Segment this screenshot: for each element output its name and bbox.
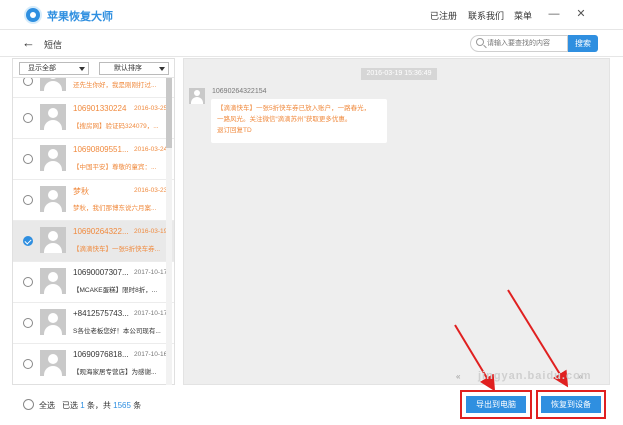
avatar [40, 268, 66, 294]
message-date: 2016-03-23 [134, 187, 168, 194]
message-preview: 【MCAKE蛋糕】限时8折，... [73, 287, 158, 294]
show-filter-select[interactable]: 显示全部 [19, 62, 89, 75]
avatar [40, 227, 66, 253]
list-item[interactable]: +8412575743... 2017-10-17 S各位老板您好！本公司现有.… [13, 303, 174, 344]
select-radio[interactable] [23, 154, 33, 164]
message-date: 2016-03-19 [134, 228, 168, 235]
message-preview: 【滴滴快车】一张5折快车券... [73, 246, 161, 253]
select-radio[interactable] [23, 113, 33, 123]
select-radio[interactable] [23, 78, 33, 86]
avatar [40, 309, 66, 335]
message-list-panel: 显示全部 默认排序 还先生你好，我是刚刚打过... 106901330224 2… [12, 58, 175, 385]
conversation-timestamp: 2016-03-19 15:36:49 [361, 68, 437, 80]
list-item[interactable]: 10690976818... 2017-10-16 【观海家居专营店】为感谢..… [13, 344, 174, 384]
message-sender: 106901330224 [73, 104, 127, 113]
sender-number: 10690264322154 [212, 88, 267, 95]
page-title: 短信 [44, 40, 63, 50]
message-sender: 10690809551... [73, 145, 129, 154]
avatar [40, 145, 66, 171]
list-item[interactable]: 10690809551... 2016-03-24 【中国平安】尊敬的童宾：..… [13, 139, 174, 180]
app-title: 苹果恢复大师 [47, 11, 113, 23]
message-preview: 【中国平安】尊敬的童宾：... [73, 164, 157, 171]
app-logo-icon [24, 6, 42, 24]
list-scrollbar[interactable] [166, 78, 172, 385]
close-icon[interactable]: ✕ [574, 6, 588, 22]
total-count: 1565 [113, 401, 131, 410]
select-all-label[interactable]: 全选 [39, 400, 55, 411]
highlight-box [536, 390, 606, 419]
show-filter-label: 显示全部 [28, 65, 56, 72]
scrollbar-thumb[interactable] [166, 78, 172, 148]
message-sender: 10690264322... [73, 227, 129, 236]
sender-avatar [189, 88, 205, 104]
message-preview: S各位老板您好！本公司现有... [73, 328, 161, 335]
page-header: ← 短信 搜索 [0, 30, 623, 57]
sort-select[interactable]: 默认排序 [99, 62, 169, 75]
total-unit: 条 [133, 401, 142, 410]
message-date: 2017-10-16 [134, 351, 168, 358]
selection-summary: 已选 1 条，共 1565 条 [62, 400, 141, 411]
chevron-down-icon [79, 67, 85, 71]
title-bar: 苹果恢复大师 已注册 联系我们 菜单 — ✕ [0, 0, 623, 30]
bubble-line: 退订回复TD [217, 127, 252, 134]
message-preview: 梦秋，我们那博东说六月案... [73, 205, 157, 212]
message-preview: 【观海家居专营店】为感谢... [73, 369, 157, 376]
avatar [40, 78, 66, 91]
message-sender: 10690976818... [73, 350, 129, 359]
message-bubble: 【滴滴快车】一张5折快车券已放入账户，一路春光， 一路风光。关注微信“滴滴苏州”… [211, 99, 387, 143]
bubble-line: 【滴滴快车】一张5折快车券已放入账户，一路春光， [217, 105, 371, 112]
selected-prefix: 已选 [62, 401, 78, 410]
chevron-down-icon [159, 67, 165, 71]
message-date: 2016-03-25 [134, 105, 168, 112]
avatar [40, 350, 66, 376]
search-box[interactable] [470, 35, 568, 52]
message-sender: 梦秋 [73, 187, 89, 196]
selected-unit: 条，共 [86, 401, 111, 410]
select-radio[interactable] [23, 195, 33, 205]
message-date: 2016-03-24 [134, 146, 168, 153]
search-button[interactable]: 搜索 [568, 35, 598, 52]
message-date: 2017-10-17 [134, 269, 168, 276]
avatar [40, 186, 66, 212]
conversation-panel: 2016-03-19 15:36:49 10690264322154 【滴滴快车… [183, 58, 610, 385]
message-preview: 还先生你好，我是刚刚打过... [73, 82, 157, 89]
bubble-line: 一路风光。关注微信“滴滴苏州”获取更多优惠。 [217, 116, 352, 123]
minimize-icon[interactable]: — [547, 6, 561, 22]
select-radio[interactable] [23, 359, 33, 369]
select-radio[interactable] [23, 277, 33, 287]
avatar [40, 104, 66, 130]
select-radio-checked[interactable] [23, 236, 33, 246]
list-item[interactable]: 10690007307... 2017-10-17 【MCAKE蛋糕】限时8折，… [13, 262, 174, 303]
list-item[interactable]: 106901330224 2016-03-25 【搜房网】验证码324079，.… [13, 98, 174, 139]
sort-label: 默认排序 [114, 65, 142, 72]
registered-link[interactable]: 已注册 [430, 9, 457, 22]
message-list: 还先生你好，我是刚刚打过... 106901330224 2016-03-25 … [13, 78, 174, 384]
list-item[interactable]: 还先生你好，我是刚刚打过... [13, 78, 174, 98]
bottom-bar: 全选 已选 1 条，共 1565 条 导出到电脑 恢复到设备 [0, 387, 623, 425]
filter-bar: 显示全部 默认排序 [13, 59, 174, 78]
message-preview: 【搜房网】验证码324079，... [73, 123, 159, 130]
select-radio[interactable] [23, 318, 33, 328]
menu-link[interactable]: 菜单 [514, 9, 532, 22]
message-sender: 10690007307... [73, 268, 129, 277]
contact-us-link[interactable]: 联系我们 [468, 9, 504, 22]
message-date: 2017-10-17 [134, 310, 168, 317]
list-item[interactable]: 梦秋 2016-03-23 梦秋，我们那博东说六月案... [13, 180, 174, 221]
highlight-box [460, 390, 532, 419]
pager-prev-icon[interactable]: « [456, 372, 460, 381]
list-item-selected[interactable]: 10690264322... 2016-03-19 【滴滴快车】一张5折快车券.… [13, 221, 174, 262]
select-all-radio[interactable] [23, 399, 34, 410]
message-sender: +8412575743... [73, 309, 129, 318]
watermark-text: jingyan.baidu.com [478, 370, 592, 382]
search-input[interactable] [487, 37, 565, 50]
back-arrow-icon[interactable]: ← [22, 35, 35, 50]
search-icon [476, 38, 484, 46]
selected-count: 1 [80, 401, 85, 410]
